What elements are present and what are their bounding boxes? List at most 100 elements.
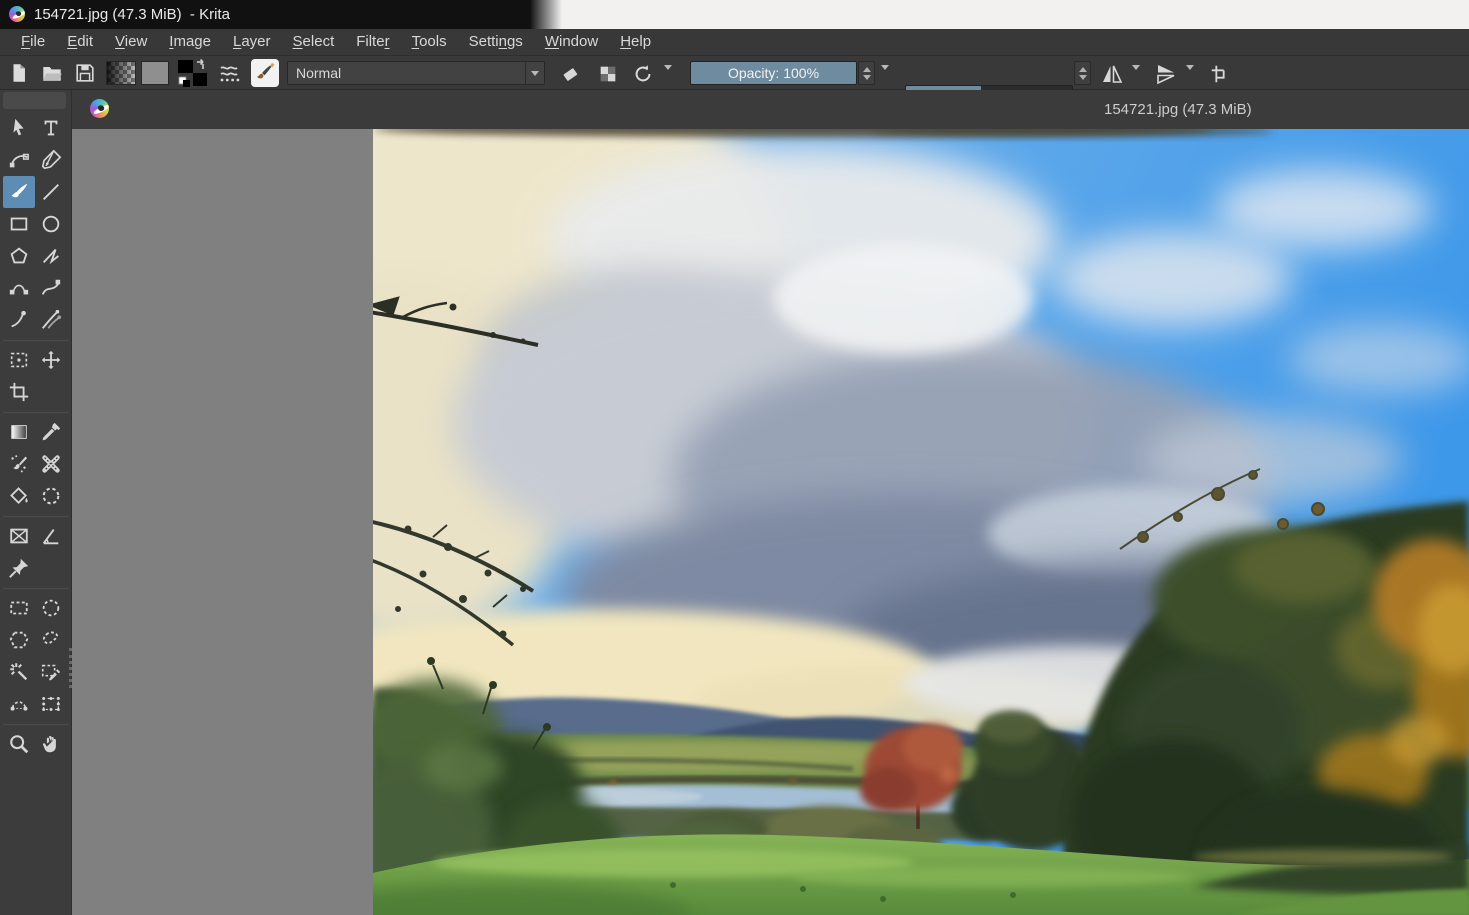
reload-preset-button[interactable]	[631, 62, 655, 86]
tool-freehand-path[interactable]	[35, 272, 67, 304]
rectangle-icon	[8, 213, 30, 235]
tool-crop[interactable]	[3, 376, 35, 408]
tool-text[interactable]	[35, 112, 67, 144]
pattern-chooser[interactable]	[141, 61, 169, 85]
magnetic-select-icon	[40, 693, 62, 715]
tool-enclose-fill[interactable]	[35, 480, 67, 512]
menu-view[interactable]: View	[104, 29, 158, 55]
tool-bezier-curve[interactable]	[3, 272, 35, 304]
measure-icon	[40, 525, 62, 547]
mirror-vertical-button[interactable]	[1154, 62, 1178, 86]
tool-color-sampler[interactable]	[35, 416, 67, 448]
tool-calligraphy[interactable]	[35, 144, 67, 176]
new-document-button[interactable]	[7, 61, 31, 85]
tool-gradient[interactable]	[3, 416, 35, 448]
tool-bezier-select[interactable]	[3, 688, 35, 720]
tool-multibrush[interactable]	[35, 304, 67, 336]
tool-magnetic-select[interactable]	[35, 688, 67, 720]
opacity-spinbox[interactable]	[858, 61, 875, 85]
toolbox-separator	[3, 512, 69, 520]
brush-presets-button[interactable]	[218, 61, 242, 85]
tool-assistants[interactable]	[3, 520, 35, 552]
polygon-select-icon	[8, 629, 30, 651]
save-document-button[interactable]	[73, 61, 97, 85]
size-spinbox[interactable]	[1074, 61, 1091, 85]
edit-shapes-icon	[8, 149, 30, 171]
calligraphy-icon	[40, 149, 62, 171]
tool-colorize-mask[interactable]	[3, 448, 35, 480]
open-document-button[interactable]	[40, 61, 64, 85]
tool-fill[interactable]	[3, 480, 35, 512]
text-icon	[40, 117, 62, 139]
menu-image[interactable]: Image	[158, 29, 222, 55]
polygon-icon	[8, 245, 30, 267]
tool-similar-select[interactable]	[35, 656, 67, 688]
reload-dropdown[interactable]	[664, 70, 672, 88]
tool-rectangle[interactable]	[3, 208, 35, 240]
spin-down-icon	[863, 75, 871, 80]
chevron-down-icon	[1186, 65, 1194, 87]
toolbox-drag-handle[interactable]	[3, 92, 66, 109]
chevron-down-icon	[881, 65, 889, 87]
menu-help[interactable]: Help	[609, 29, 662, 55]
dynamic-brush-icon	[8, 309, 30, 331]
tool-rect-select[interactable]	[3, 592, 35, 624]
mirror-vertical-dropdown[interactable]	[1186, 70, 1194, 88]
tool-pan[interactable]	[35, 728, 67, 760]
brush-presets-icon	[218, 61, 242, 85]
foreground-background-colors[interactable]	[177, 59, 209, 87]
zoom-icon	[8, 733, 30, 755]
menu-select[interactable]: Select	[282, 29, 346, 55]
multibrush-icon	[40, 309, 62, 331]
mirror-horizontal-dropdown[interactable]	[1132, 70, 1140, 88]
smart-patch-icon	[40, 453, 62, 475]
tool-edit-shapes[interactable]	[3, 144, 35, 176]
menu-file[interactable]: File	[10, 29, 56, 55]
opacity-dropdown[interactable]	[881, 70, 889, 88]
brush-editor-button[interactable]	[251, 59, 279, 87]
menu-settings[interactable]: Settings	[458, 29, 534, 55]
tool-ellipse[interactable]	[35, 208, 67, 240]
tool-move[interactable]	[35, 344, 67, 376]
tool-zoom[interactable]	[3, 728, 35, 760]
tool-smart-patch[interactable]	[35, 448, 67, 480]
menu-tools[interactable]: Tools	[401, 29, 458, 55]
gradient-chooser[interactable]	[106, 61, 136, 85]
spin-up-icon	[1079, 67, 1087, 72]
tool-freehand-brush[interactable]	[3, 176, 35, 208]
tool-select-shapes[interactable]	[3, 112, 35, 144]
crop-icon	[8, 381, 30, 403]
reload-icon	[632, 63, 654, 85]
tool-transform[interactable]	[3, 344, 35, 376]
toolbox-empty-cell	[35, 552, 67, 584]
menu-filter[interactable]: Filter	[345, 29, 400, 55]
gradient-icon	[8, 421, 30, 443]
color-sampler-icon	[40, 421, 62, 443]
brush-editor-icon	[251, 59, 279, 87]
mirror-horizontal-button[interactable]	[1100, 62, 1124, 86]
opacity-slider[interactable]: Opacity: 100%	[690, 61, 857, 85]
tool-contiguous-select[interactable]	[3, 656, 35, 688]
combo-dropdown-zone[interactable]	[525, 62, 544, 84]
bezier-select-icon	[8, 693, 30, 715]
menu-layer[interactable]: Layer	[222, 29, 282, 55]
tool-dynamic-brush[interactable]	[3, 304, 35, 336]
menu-window[interactable]: Window	[534, 29, 609, 55]
wrap-around-button[interactable]	[1208, 62, 1232, 86]
tool-polyline[interactable]	[35, 240, 67, 272]
document-tab-icon	[90, 99, 109, 118]
menu-edit[interactable]: Edit	[56, 29, 104, 55]
tool-measure[interactable]	[35, 520, 67, 552]
tool-ellipse-select[interactable]	[35, 592, 67, 624]
tool-polygon-select[interactable]	[3, 624, 35, 656]
tool-line[interactable]	[35, 176, 67, 208]
tool-reference-images[interactable]	[3, 552, 35, 584]
canvas-image[interactable]	[373, 129, 1469, 915]
canvas-area[interactable]	[72, 129, 1469, 915]
blending-mode-combobox[interactable]: Normal	[287, 61, 545, 85]
eraser-mode-button[interactable]	[558, 62, 582, 86]
wrap-around-icon	[1209, 63, 1231, 85]
tool-freehand-select[interactable]	[35, 624, 67, 656]
tool-polygon[interactable]	[3, 240, 35, 272]
preserve-alpha-button[interactable]	[596, 62, 620, 86]
